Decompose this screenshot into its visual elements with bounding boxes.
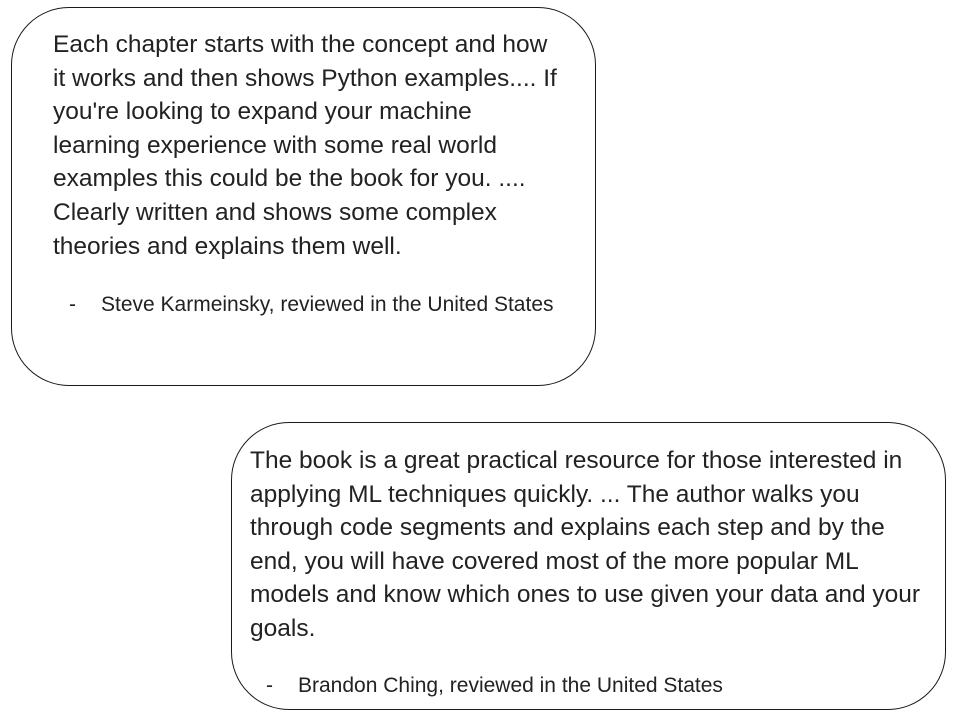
reviewer-name: Brandon Ching, reviewed in the United St… — [298, 673, 723, 697]
review-quote: The book is a great practical resource f… — [250, 447, 921, 642]
review-card-steve: Each chapter starts with the concept and… — [11, 7, 596, 386]
attribution-dash: - — [266, 673, 273, 697]
review-card-brandon: The book is a great practical resource f… — [231, 422, 946, 710]
review-attribution: - Brandon Ching, reviewed in the United … — [250, 671, 933, 700]
review-attribution: - Steve Karmeinsky, reviewed in the Unit… — [53, 290, 565, 319]
reviewer-name: Steve Karmeinsky, reviewed in the United… — [101, 293, 554, 317]
attribution-dash: - — [69, 293, 76, 317]
review-quote: Each chapter starts with the concept and… — [53, 31, 557, 260]
